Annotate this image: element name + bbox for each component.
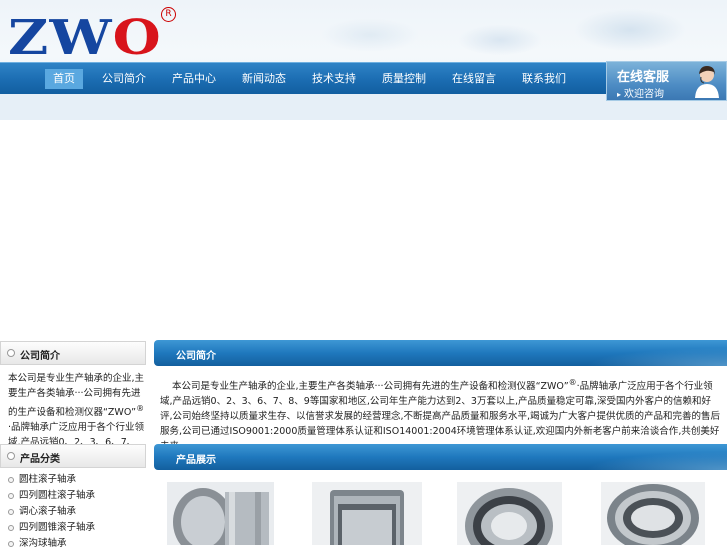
product-category-title: 产品分类 — [20, 454, 60, 465]
four-row-bearing-photo[interactable] — [312, 482, 422, 545]
category-link[interactable]: 调心滚子轴承 — [8, 504, 146, 520]
online-service-widget[interactable]: 在线客服 欢迎咨询 — [606, 61, 727, 101]
category-link[interactable]: 圆柱滚子轴承 — [8, 472, 146, 488]
service-title: 在线客服 — [617, 70, 670, 85]
customer-service-agent-icon — [695, 66, 719, 98]
nav-item-home[interactable]: 首页 — [45, 69, 83, 89]
cylindrical-bearing-photo[interactable] — [167, 482, 274, 545]
bullet-icon — [7, 452, 15, 460]
registered-mark-icon: R — [161, 7, 176, 22]
company-intro-text: 本公司是专业生产轴承的企业,主要生产各类轴承···公司拥有先进的生产设备和检测仪… — [160, 378, 721, 452]
nav-item-products[interactable]: 产品中心 — [165, 69, 223, 89]
category-link[interactable]: 四列圆柱滚子轴承 — [8, 488, 146, 504]
brand-logo[interactable]: ZWO R — [8, 7, 176, 62]
spherical-bearing-photo[interactable] — [457, 482, 562, 545]
product-gallery — [167, 478, 727, 545]
product-category-list: 圆柱滚子轴承 四列圆柱滚子轴承 调心滚子轴承 四列圆锥滚子轴承 深沟球轴承 — [8, 472, 146, 552]
intro-section-title: 公司简介 — [176, 351, 216, 362]
products-section-title: 产品展示 — [176, 455, 216, 466]
nav-item-contact[interactable]: 联系我们 — [515, 69, 573, 89]
nav-item-message[interactable]: 在线留言 — [445, 69, 503, 89]
nav-item-news[interactable]: 新闻动态 — [235, 69, 293, 89]
products-section-header: 产品展示 — [154, 444, 727, 470]
nav-item-quality[interactable]: 质量控制 — [375, 69, 433, 89]
logo-wordmark: ZWO — [8, 10, 162, 66]
product-category-panel-header: 产品分类 — [0, 444, 146, 468]
service-subtitle: 欢迎咨询 — [617, 85, 664, 100]
nav-item-tech[interactable]: 技术支持 — [305, 69, 363, 89]
category-link[interactable]: 四列圆锥滚子轴承 — [8, 520, 146, 536]
about-panel-title: 公司简介 — [20, 351, 60, 362]
header-sky-decoration — [250, 0, 727, 62]
intro-section-header: 公司简介 — [154, 340, 727, 366]
category-link[interactable]: 深沟球轴承 — [8, 536, 146, 552]
nav-item-about[interactable]: 公司简介 — [95, 69, 153, 89]
about-panel-header: 公司简介 — [0, 341, 146, 365]
tapered-bearing-photo[interactable] — [601, 482, 705, 545]
bullet-icon — [7, 349, 15, 357]
